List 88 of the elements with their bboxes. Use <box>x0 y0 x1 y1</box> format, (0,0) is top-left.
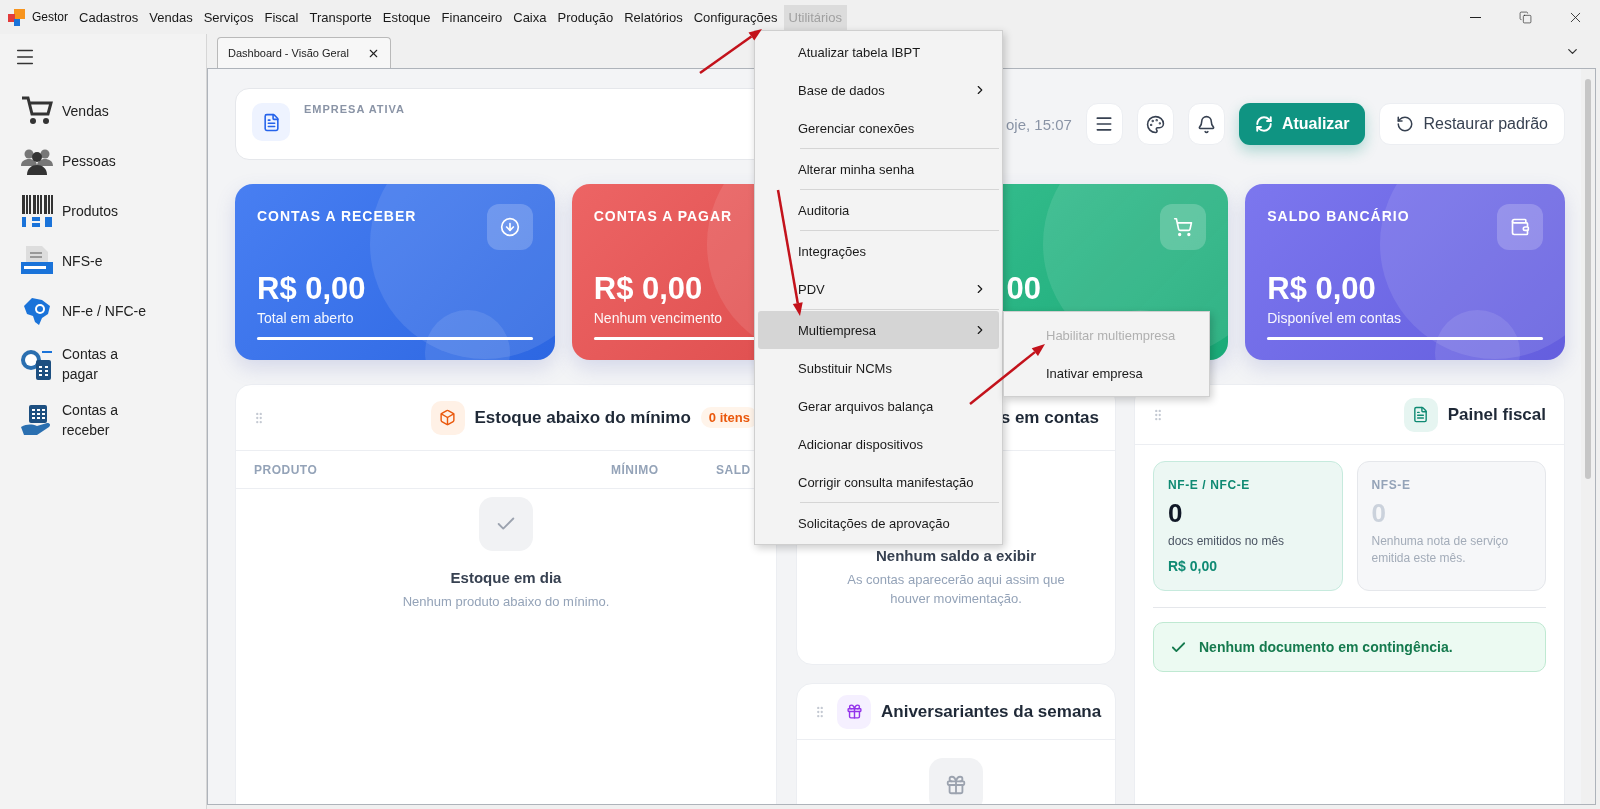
menu-bar-item[interactable]: Caixa <box>508 4 552 30</box>
menu-item[interactable]: Corrigir consulta manifestação <box>758 463 999 501</box>
company-label: EMPRESA ATIVA <box>304 103 405 115</box>
empty-title: Estoque em dia <box>450 569 562 586</box>
column-header: SALD <box>716 462 752 477</box>
restore-button[interactable]: Restaurar padrão <box>1379 103 1565 145</box>
panel-title: Painel fiscal <box>1447 404 1546 425</box>
menu-item[interactable]: Base de dados <box>758 71 999 109</box>
menu-item[interactable]: Gerenciar conexões <box>758 109 999 147</box>
restore-icon <box>1518 10 1532 24</box>
summary-count: 0 <box>1168 498 1184 529</box>
panel-title: Estoque abaixo do mínimo <box>474 407 691 428</box>
menu-item[interactable]: Atualizar tabela IBPT <box>758 33 999 71</box>
card-value: R$ 0,00 <box>1267 271 1376 307</box>
menu-bar-item[interactable]: Estoque <box>377 4 436 30</box>
card-value: 00 <box>1006 271 1041 307</box>
card-subtitle: Nenhum vencimento <box>593 310 723 326</box>
menu-bar-item[interactable]: Transporte <box>304 4 377 30</box>
summary-text: Nenhuma nota de serviço emitida este mês. <box>1371 533 1510 567</box>
card-value: R$ 0,00 <box>593 271 703 307</box>
card-title: CONTAS A PAGAR <box>593 208 733 224</box>
panel-title: Aniversariantes da semana <box>881 701 1102 722</box>
alert-text: Nenhum documento em contingência. <box>1199 639 1453 655</box>
menu-bar-item[interactable]: Produção <box>552 4 619 30</box>
document-icon <box>1403 397 1438 432</box>
coin-calculator-icon <box>20 347 54 381</box>
app-name: Gestor <box>32 10 68 24</box>
menu-bar-item[interactable]: Relatórios <box>619 4 688 30</box>
menu-item[interactable]: Auditoria <box>758 191 999 229</box>
menu-item[interactable]: Alterar minha senha <box>758 150 999 188</box>
check-icon <box>479 497 533 551</box>
card-value: R$ 0,00 <box>257 271 366 307</box>
sidebar-item[interactable]: Vendas <box>62 101 109 121</box>
sidebar-item[interactable]: NFS-e <box>62 251 103 271</box>
download-icon <box>486 204 533 250</box>
summary-text: docs emitidos no mês <box>1168 533 1286 550</box>
menu-bar-item[interactable]: Vendas <box>144 4 198 30</box>
card-subtitle: Total em aberto <box>257 310 354 326</box>
empty-text: Nenhum produto abaixo do mínimo. <box>402 593 610 611</box>
date-text: oje, 15:07 <box>1006 115 1072 133</box>
theme-button[interactable] <box>1136 103 1174 145</box>
document-tab[interactable]: Dashboard - Visão Geral <box>217 37 391 68</box>
gift-icon <box>837 694 871 729</box>
card-title: SALDO BANCÁRIO <box>1267 208 1410 224</box>
menu-bar-item[interactable]: Configurações <box>688 4 783 30</box>
empty-text: As contas aparecerão aqui assim que houver movimentação. <box>846 571 1066 608</box>
summary-title: NFS-E <box>1371 478 1412 492</box>
menu-item[interactable]: Multiempresa <box>758 311 999 349</box>
notifications-button[interactable] <box>1187 103 1225 145</box>
refresh-icon <box>1254 115 1273 133</box>
sidebar-item[interactable]: Contas a pagar <box>62 344 152 384</box>
minimize-icon <box>1469 16 1481 18</box>
card-subtitle: Disponível em contas <box>1267 310 1402 326</box>
menu-bar-item[interactable]: Fiscal <box>259 4 304 30</box>
palette-icon <box>1145 114 1165 134</box>
menu-item[interactable]: Substituir NCMs <box>758 349 999 387</box>
menu-bar-item[interactable]: Financeiro <box>436 4 508 30</box>
menu-item[interactable]: Solicitações de aprovação <box>758 504 999 542</box>
tab-label: Dashboard - Visão Geral <box>228 47 349 59</box>
summary-amount: R$ 0,00 <box>1168 558 1219 574</box>
sidebar-item[interactable]: Pessoas <box>62 151 116 171</box>
summary-title: NF-E / NFC-E <box>1168 478 1251 492</box>
cart-icon <box>1160 204 1207 250</box>
menu-bar-item[interactable]: Cadastros <box>74 4 144 30</box>
sidebar-item[interactable]: NF-e / NFC-e <box>62 301 146 321</box>
column-header: MÍNIMO <box>611 462 660 477</box>
undo-icon <box>1396 115 1415 133</box>
menu-item[interactable]: Gerar arquivos balança <box>758 387 999 425</box>
menu-button[interactable] <box>1085 103 1123 145</box>
column-header: PRODUTO <box>254 462 319 477</box>
card-title: CONTAS A RECEBER <box>257 208 417 224</box>
menu-item[interactable]: Adicionar dispositivos <box>758 425 999 463</box>
refresh-button[interactable]: Atualizar <box>1238 103 1366 145</box>
bell-icon <box>1196 114 1216 134</box>
sidebar-item[interactable]: Produtos <box>62 201 119 221</box>
annotation-arrow <box>699 29 762 74</box>
app-logo <box>8 8 25 26</box>
document-icon <box>252 103 290 141</box>
wallet-icon <box>1497 204 1543 250</box>
menu-item[interactable]: Integrações <box>758 232 999 270</box>
menu-item[interactable]: Inativar empresa <box>1007 354 1206 392</box>
empty-title: Nenhum saldo a exibir <box>875 547 1036 564</box>
menu-bar-item[interactable]: Serviços <box>198 4 259 30</box>
menu-item[interactable]: PDV <box>758 270 999 308</box>
sidebar-item[interactable]: Contas a receber <box>62 400 152 440</box>
barcode-icon <box>20 194 54 228</box>
scrollbar-thumb[interactable] <box>1585 79 1591 479</box>
box-icon <box>430 400 465 435</box>
